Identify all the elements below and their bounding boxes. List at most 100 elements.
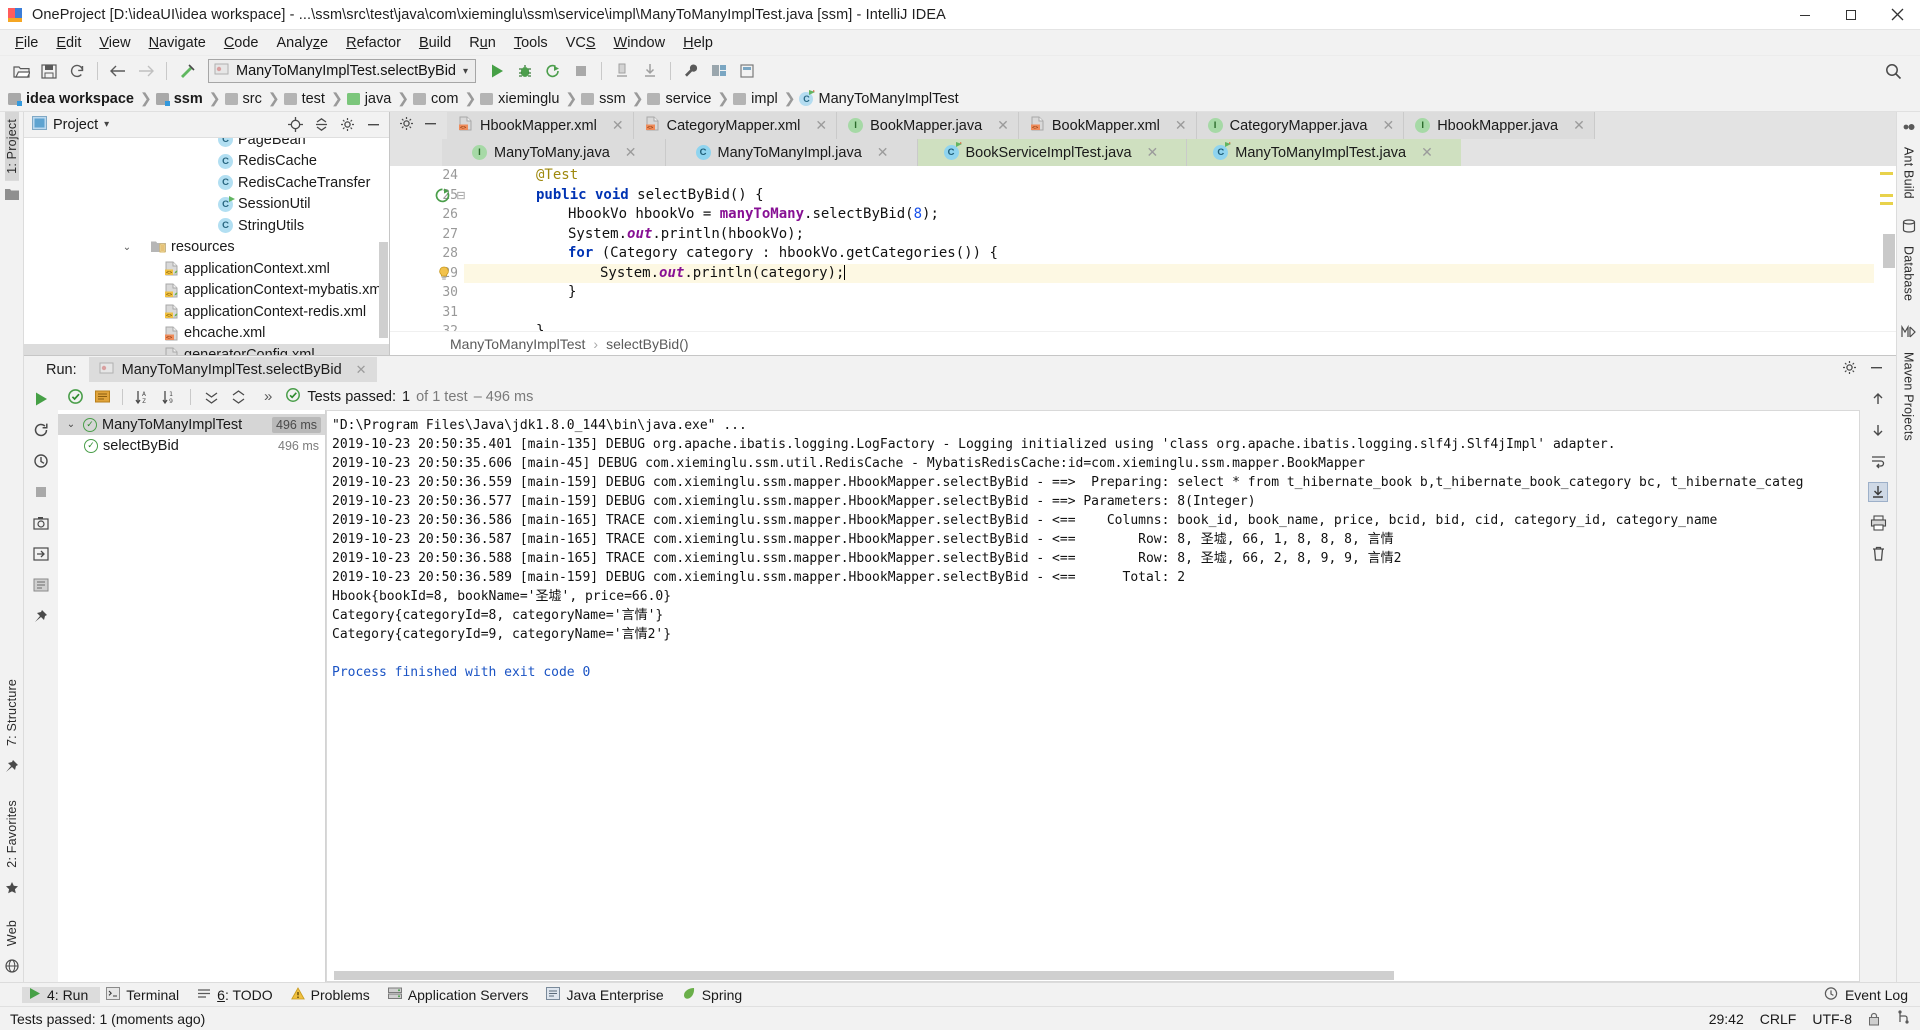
menu-help[interactable]: Help [674, 33, 722, 53]
sidebar-item-ant-build[interactable]: Ant Build [1902, 140, 1916, 206]
rerun-failed-tests-icon[interactable] [31, 420, 51, 440]
editor-tab-manytomanyimpltest-java[interactable]: C ManyToManyImplTest.java ✕ [1187, 139, 1461, 166]
close-icon[interactable]: ✕ [612, 117, 624, 134]
star-icon[interactable] [4, 880, 20, 896]
soft-wrap-icon[interactable] [1868, 451, 1888, 471]
close-icon[interactable]: ✕ [356, 362, 367, 378]
editor-tab-categorymapper-java[interactable]: I CategoryMapper.java ✕ [1196, 112, 1405, 139]
warning-marker[interactable] [1880, 172, 1893, 175]
sort-alphabetically-icon[interactable]: AZ [132, 386, 154, 408]
editor-tab-bookmapper-java[interactable]: I BookMapper.java ✕ [837, 112, 1019, 139]
search-everywhere-icon[interactable] [1880, 59, 1906, 83]
hide-window-icon[interactable] [363, 116, 383, 134]
editor-tab-manytomanyimpl-java[interactable]: C ManyToManyImpl.java ✕ [665, 139, 918, 166]
editor-tab-hbookmapper-xml[interactable]: <> HbookMapper.xml ✕ [447, 112, 634, 139]
chevron-down-icon[interactable]: ▾ [463, 66, 468, 77]
globe-icon[interactable] [4, 958, 20, 974]
tree-item-rediscache[interactable]: C RedisCache [24, 151, 389, 173]
menu-build[interactable]: Build [410, 33, 460, 53]
build-hammer-icon[interactable] [174, 59, 200, 83]
project-tree[interactable]: C PageBean C RedisCache C RedisCacheTran… [24, 138, 389, 355]
import-tests-icon[interactable] [31, 544, 51, 564]
screenshot-icon[interactable] [31, 513, 51, 533]
event-log-label[interactable]: Event Log [1845, 987, 1908, 1003]
vcs-branch-icon[interactable] [1896, 1010, 1910, 1027]
run-tab-manytomanyimpltest[interactable]: ManyToManyImplTest.selectByBid ✕ [88, 357, 377, 382]
menu-vcs[interactable]: VCS [557, 33, 605, 53]
project-tree-scrollbar[interactable] [379, 242, 388, 338]
rerun-icon[interactable] [31, 389, 51, 409]
bottom-item-application-servers[interactable]: Application Servers [382, 987, 541, 1003]
breadcrumb-test[interactable]: test [283, 91, 329, 107]
close-icon[interactable]: ✕ [997, 117, 1009, 134]
menu-run[interactable]: Run [460, 33, 505, 53]
open-folder-icon[interactable] [8, 59, 34, 83]
menu-view[interactable]: View [90, 33, 139, 53]
tree-item-applicationcontext-mybatis-xml[interactable]: <> applicationContext-mybatis.xml [24, 280, 389, 302]
line-separator[interactable]: CRLF [1760, 1011, 1797, 1027]
lock-icon[interactable] [1868, 1012, 1880, 1026]
breadcrumb-xieminglu[interactable]: xieminglu [480, 91, 563, 107]
tree-item-stringutils[interactable]: C StringUtils [24, 215, 389, 237]
warning-marker[interactable] [1880, 202, 1893, 205]
gear-icon[interactable] [399, 116, 414, 135]
gear-icon[interactable] [337, 116, 357, 134]
editor-breadcrumb-class[interactable]: ManyToManyImplTest [450, 336, 585, 352]
caret-position[interactable]: 29:42 [1709, 1011, 1744, 1027]
debug-icon[interactable] [512, 59, 538, 83]
tree-item-generatorconfig-xml[interactable]: <> generatorConfig.xml [24, 344, 389, 355]
tree-item-applicationcontext-xml[interactable]: <> applicationContext.xml [24, 258, 389, 280]
bottom-item-java-enterprise[interactable]: Java Enterprise [540, 986, 675, 1003]
menu-edit[interactable]: Edit [47, 33, 90, 53]
collapse-all-icon[interactable] [311, 116, 331, 134]
close-icon[interactable]: ✕ [1175, 117, 1187, 134]
close-icon[interactable]: ✕ [877, 144, 889, 161]
bottom-item-run[interactable]: 4: Run [22, 986, 101, 1003]
intention-bulb-icon[interactable] [434, 264, 454, 284]
console-horizontal-scrollbar[interactable] [334, 971, 1394, 980]
profiler-icon[interactable] [609, 59, 635, 83]
warning-marker[interactable] [1880, 194, 1893, 197]
editor-breadcrumb-method[interactable]: selectByBid() [606, 336, 688, 352]
maximize-button[interactable] [1828, 0, 1874, 30]
pin-tab-icon[interactable] [31, 606, 51, 626]
update-application-icon[interactable] [637, 59, 663, 83]
menu-tools[interactable]: Tools [505, 33, 557, 53]
print-icon[interactable] [1868, 513, 1888, 533]
test-results-tree[interactable]: ⌄ ✓ ManyToManyImplTest 496 ms ✓ selectBy… [58, 410, 326, 982]
editor-right-markers[interactable] [1874, 166, 1896, 331]
sidebar-item-favorites[interactable]: 2: Favorites [5, 793, 19, 875]
bottom-item-spring[interactable]: Spring [676, 987, 754, 1003]
menu-navigate[interactable]: Navigate [140, 33, 215, 53]
tree-item-pagebean[interactable]: C PageBean [24, 138, 389, 151]
tree-item-rediscachetransfer[interactable]: C RedisCacheTransfer [24, 172, 389, 194]
tree-item-resources[interactable]: ⌄ resources [24, 237, 389, 259]
locate-target-icon[interactable] [285, 116, 305, 134]
chevron-down-icon[interactable]: ▾ [104, 119, 109, 130]
editor-scrollbar-thumb[interactable] [1883, 234, 1895, 268]
breadcrumb-ssm[interactable]: ssm [155, 91, 207, 107]
breadcrumb-manytomanyimpltest[interactable]: C ManyToManyImplTest [799, 89, 962, 107]
clear-all-icon[interactable] [1868, 544, 1888, 564]
bottom-item-todo[interactable]: 6: TODO [191, 987, 285, 1003]
test-tree-item-selectbybid[interactable]: ✓ selectByBid 496 ms [58, 435, 325, 456]
breadcrumb-java[interactable]: java [346, 91, 396, 107]
gear-icon[interactable] [1842, 360, 1857, 379]
breadcrumb-impl[interactable]: impl [733, 91, 782, 107]
show-passed-tests-icon[interactable] [64, 386, 86, 408]
breadcrumb-service[interactable]: service [647, 91, 715, 107]
console-output[interactable]: "D:\Program Files\Java\jdk1.8.0_144\bin\… [326, 410, 1860, 982]
code-editor[interactable]: 24 25 26 27 28 29 30 31 32 [390, 166, 1896, 331]
menu-code[interactable]: Code [215, 33, 268, 53]
editor-tab-bookserviceimpltest-java[interactable]: C BookServiceImplTest.java ✕ [917, 139, 1188, 166]
close-icon[interactable]: ✕ [815, 117, 827, 134]
chevron-down-icon[interactable]: ⌄ [120, 240, 134, 254]
breadcrumb-com[interactable]: com [413, 91, 462, 107]
chevron-down-icon[interactable]: ⌄ [64, 419, 78, 430]
hide-window-icon[interactable] [1869, 360, 1884, 379]
editor-tab-bookmapper-xml[interactable]: <> BookMapper.xml ✕ [1018, 112, 1197, 139]
menu-file[interactable]: File [6, 33, 47, 53]
pin-icon[interactable] [4, 758, 20, 774]
run-icon[interactable] [484, 59, 510, 83]
folder-icon[interactable] [4, 186, 20, 202]
